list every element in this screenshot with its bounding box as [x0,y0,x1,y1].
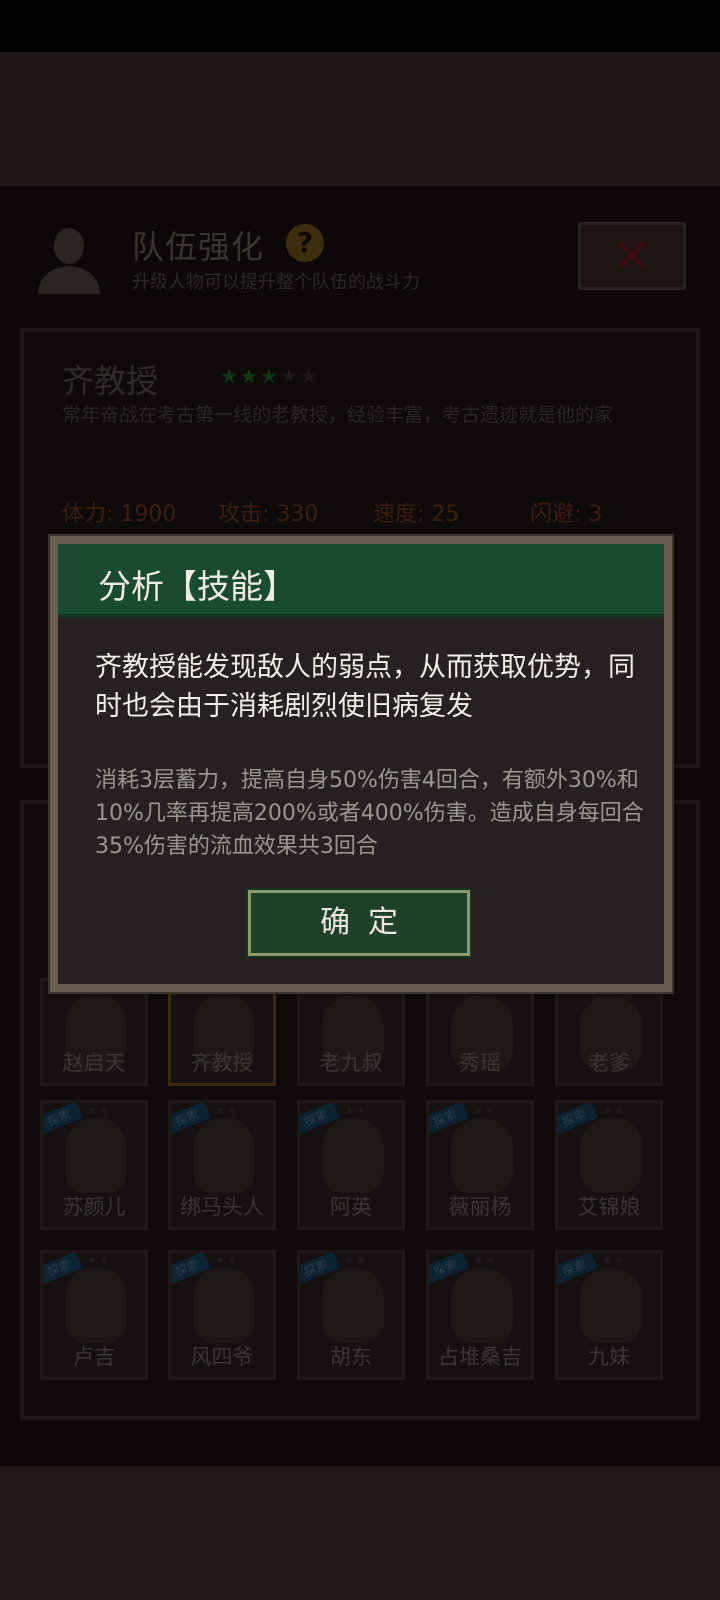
character-card-name: 老九叔 [319,1051,383,1075]
character-portrait [65,1269,127,1343]
star-icon: ★ [259,364,280,388]
character-stars: ★★★★★ [220,364,320,388]
card-stars: ★★ [602,1253,626,1267]
character-card[interactable]: ★★ 探索 阿英 [297,1100,405,1230]
star-icon: ★ [239,364,260,388]
character-card[interactable]: 赵启天 [40,978,148,1086]
character-description: 常年奋战在考古第一线的老教授，经验丰富，考古遗迹就是他的家 [62,404,614,426]
character-card[interactable]: ★★ 探索 艾锦娘 [555,1100,663,1230]
character-card[interactable]: 老九叔 [297,978,405,1086]
character-card-name: 阿英 [330,1195,372,1219]
character-portrait [193,1269,255,1343]
character-portrait [580,1119,642,1193]
dialog-title: 分析【技能】 [98,567,296,606]
character-card-name: 齐教授 [190,1051,254,1075]
character-card-name: 胡东 [330,1345,372,1369]
character-card[interactable]: ★★ 探索 苏颜儿 [40,1100,148,1230]
character-card-name: 绑马头人 [180,1195,264,1219]
character-card[interactable]: 秀瑶 [426,978,534,1086]
character-card-name: 赵启天 [62,1051,126,1075]
card-stars: ★★ [602,1103,626,1117]
character-card-name: 苏颜儿 [62,1195,126,1219]
character-card-name: 风四爷 [190,1345,254,1369]
character-card-name: 老爹 [588,1051,630,1075]
card-stars: ★★ [344,1103,368,1117]
character-card[interactable]: ★★ 探索 卢吉 [40,1250,148,1380]
skill-dialog: 分析【技能】 齐教授能发现敌人的弱点，从而获取优势，同时也会由于消耗剧烈使旧病复… [50,536,672,992]
character-portrait [322,1119,384,1193]
card-stars: ★★ [87,1103,111,1117]
stat-hp: 体力: 1900 [62,502,177,527]
close-icon: ✕ [611,228,653,284]
character-card-name: 秀瑶 [459,1051,501,1075]
character-card-name: 九妹 [588,1345,630,1369]
stat-attack: 攻击: 330 [218,502,319,527]
character-card[interactable]: 老爹 [555,978,663,1086]
character-portrait [322,1269,384,1343]
character-portrait [65,1119,127,1193]
user-silhouette-icon [38,228,100,294]
help-icon[interactable]: ? [286,224,324,262]
character-portrait [451,1119,513,1193]
page-subtitle: 升级人物可以提升整个队伍的战斗力 [132,272,420,293]
character-card[interactable]: ★★ 探索 九妹 [555,1250,663,1380]
character-card[interactable]: ★★ 探索 绑马头人 [168,1100,276,1230]
character-card[interactable]: ★★ 探索 占堆桑吉 [426,1250,534,1380]
character-card-name: 卢吉 [73,1345,115,1369]
skill-effect: 消耗3层蓄力，提高自身50%伤害4回合，有额外30%和10%几率再提高200%或… [95,768,644,859]
card-stars: ★★ [473,1103,497,1117]
status-bar [0,0,720,52]
bottom-area [0,1466,720,1600]
character-name: 齐教授 [62,362,159,400]
confirm-button[interactable]: 确定 [246,888,472,958]
star-icon: ★ [220,364,240,388]
card-stars: ★★ [215,1253,239,1267]
close-button[interactable]: ✕ [578,222,686,290]
star-empty-icon: ★ [279,364,300,388]
dialog-header: 分析【技能】 [58,544,664,618]
skill-description: 齐教授能发现敌人的弱点，从而获取优势，同时也会由于消耗剧烈使旧病复发 [95,652,635,722]
card-stars: ★★ [87,1253,111,1267]
card-stars: ★★ [473,1253,497,1267]
card-stars: ★★ [344,1253,368,1267]
character-card[interactable]: ★★ 探索 薇丽杨 [426,1100,534,1230]
character-card-name: 占堆桑吉 [438,1345,522,1369]
character-portrait [451,1269,513,1343]
character-card[interactable]: ★★ 探索 风四爷 [168,1250,276,1380]
stat-speed: 速度: 25 [373,502,460,527]
character-portrait [193,1119,255,1193]
card-stars: ★★ [215,1103,239,1117]
page-title: 队伍强化 [132,228,265,266]
star-empty-icon: ★ [299,364,320,388]
character-card-name: 艾锦娘 [577,1195,641,1219]
character-card-name: 薇丽杨 [448,1195,512,1219]
character-portrait [580,1269,642,1343]
character-card[interactable]: 齐教授 [168,978,276,1086]
character-card[interactable]: ★★ 探索 胡东 [297,1250,405,1380]
stat-dodge: 闪避: 3 [530,502,603,527]
